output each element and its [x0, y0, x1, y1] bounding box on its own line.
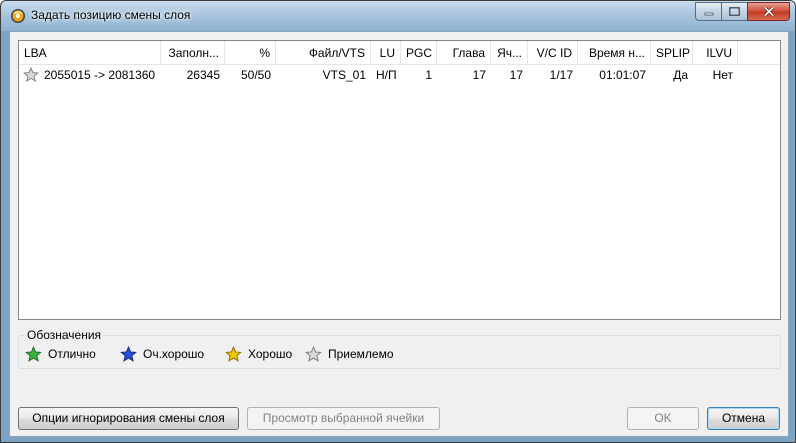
- app-icon: [11, 9, 25, 23]
- column-header-lu[interactable]: LU: [371, 41, 401, 65]
- column-header-ilvu[interactable]: ILVU: [693, 41, 738, 65]
- cell-chapter: 17: [472, 68, 486, 82]
- column-header-lba[interactable]: LBA: [19, 41, 161, 65]
- window-title: Задать позицию смены слоя: [31, 8, 191, 22]
- cell-lu: Н/П: [376, 68, 397, 82]
- star-gray-icon: [305, 345, 322, 362]
- cell-lba: 2055015 -> 2081360: [44, 68, 156, 82]
- maximize-button[interactable]: [721, 2, 747, 21]
- cell-ilvu: Нет: [712, 68, 733, 82]
- caption-buttons: [695, 2, 790, 21]
- title-bar[interactable]: Задать позицию смены слоя: [1, 1, 795, 31]
- legend-item-very-good: Оч.хорошо: [120, 345, 204, 363]
- close-icon: [763, 6, 774, 17]
- cancel-button[interactable]: Отмена: [707, 407, 780, 430]
- column-header-chapter[interactable]: Глава: [437, 41, 491, 65]
- legend-label-excellent: Отлично: [48, 347, 96, 361]
- legend-label-very-good: Оч.хорошо: [143, 347, 205, 361]
- column-header-pgc[interactable]: PGC: [401, 41, 437, 65]
- column-header-cell[interactable]: Яч...: [491, 41, 528, 65]
- maximize-icon: [729, 7, 740, 16]
- column-header-time[interactable]: Время н...: [578, 41, 651, 65]
- minimize-button[interactable]: [695, 2, 721, 21]
- cell-cell: 17: [509, 68, 523, 82]
- cell-pgc: 1: [425, 68, 432, 82]
- star-yellow-icon: [225, 345, 242, 362]
- star-green-icon: [25, 345, 42, 362]
- column-header-splip[interactable]: SPLIP: [651, 41, 693, 65]
- ignore-options-button[interactable]: Опции игнорирования смены слоя: [18, 407, 239, 430]
- legend-item-good: Хорошо: [225, 345, 292, 363]
- column-header-fill[interactable]: Заполн...: [161, 41, 225, 65]
- column-header-percent[interactable]: %: [225, 41, 276, 65]
- minimize-icon: [704, 12, 713, 15]
- column-header-vc-id[interactable]: V/C ID: [528, 41, 578, 65]
- legend-label-acceptable: Приемлемо: [328, 347, 394, 361]
- layer-break-table[interactable]: LBA Заполн... % Файл/VTS LU PGC Глава Яч…: [18, 40, 781, 320]
- legend-title: Обозначения: [25, 328, 104, 342]
- legend-item-excellent: Отлично: [25, 345, 96, 363]
- legend-label-good: Хорошо: [248, 347, 293, 361]
- ok-button[interactable]: OK: [627, 407, 699, 430]
- cell-percent: 50/50: [240, 68, 271, 82]
- star-blue-icon: [120, 345, 137, 362]
- table-header: LBA Заполн... % Файл/VTS LU PGC Глава Яч…: [19, 41, 780, 65]
- cell-time: 01:01:07: [599, 68, 646, 82]
- close-button[interactable]: [747, 2, 790, 21]
- dialog-window: Задать позицию смены слоя LBA Заполн... …: [0, 0, 796, 443]
- table-row[interactable]: 2055015 -> 2081360 26345 50/50 VTS_01 Н/…: [19, 65, 780, 85]
- cell-file-vts: VTS_01: [322, 68, 366, 82]
- view-cell-button[interactable]: Просмотр выбранной ячейки: [247, 407, 440, 430]
- cell-fill: 26345: [186, 68, 220, 82]
- column-header-file-vts[interactable]: Файл/VTS: [276, 41, 371, 65]
- legend-group: Обозначения Отлично Оч.хорошо Хорошо При…: [18, 328, 781, 369]
- legend-item-acceptable: Приемлемо: [305, 345, 394, 363]
- star-gray-icon: [23, 67, 39, 82]
- dialog-client-area: LBA Заполн... % Файл/VTS LU PGC Глава Яч…: [9, 31, 789, 437]
- cell-vc-id: 1/17: [549, 68, 573, 82]
- cell-splip: Да: [673, 68, 688, 82]
